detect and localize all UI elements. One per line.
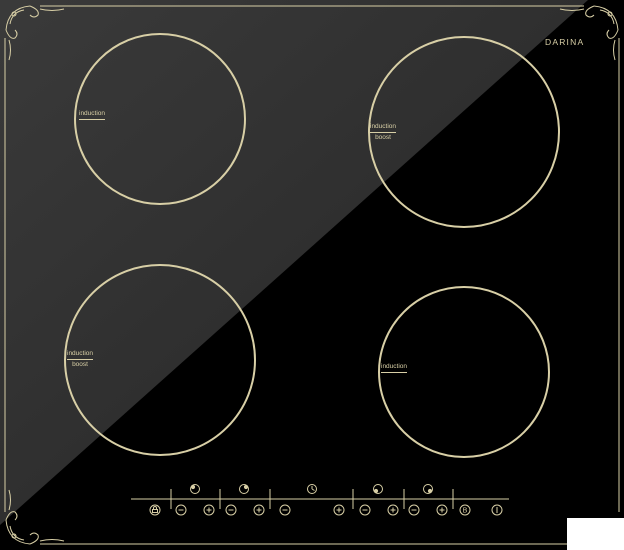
zone-label-top-left: induction xyxy=(79,110,106,120)
boost-letter: B xyxy=(463,508,468,515)
zone-label-bottom-right: induction xyxy=(381,363,408,373)
brand-logo-text: DARINA xyxy=(545,37,585,47)
zone-label-bottom-left: induction boost xyxy=(67,350,94,368)
cooktop-panel: B xyxy=(0,0,624,550)
induction-cooktop: B induction induction boost induction bo… xyxy=(0,0,624,550)
corner-patch xyxy=(567,518,624,550)
zone-label-top-right: induction boost xyxy=(370,123,397,141)
